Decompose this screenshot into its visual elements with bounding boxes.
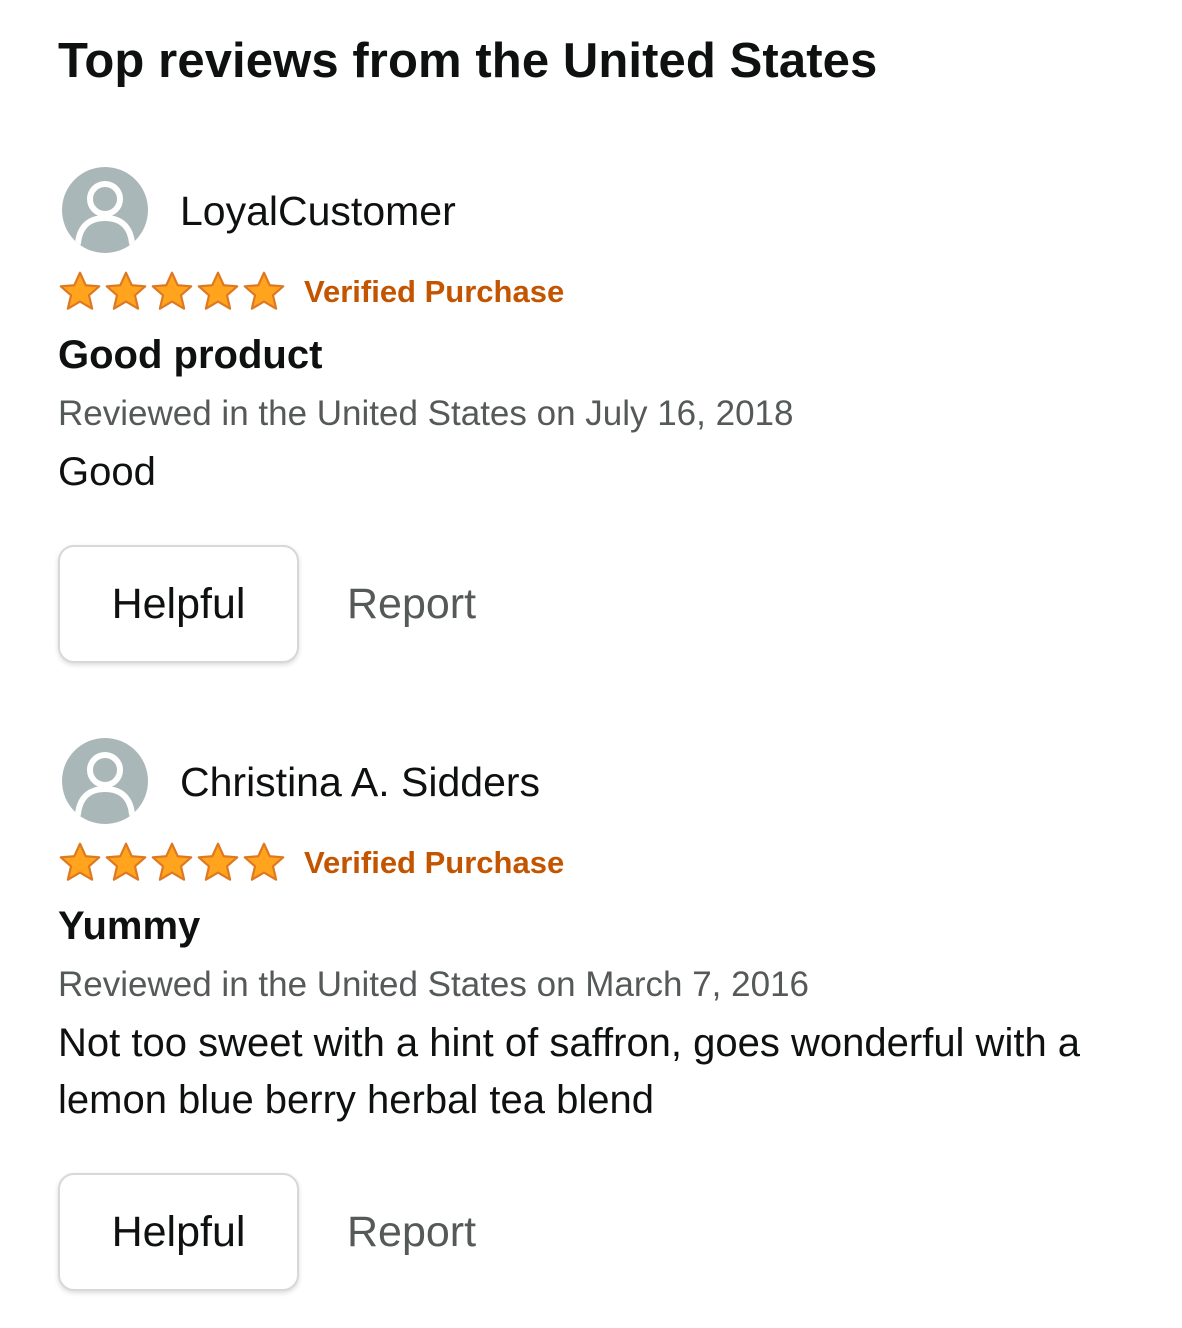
star-icon [243,842,285,881]
reviewer-name[interactable]: Christina A. Sidders [180,758,540,806]
reviewer-profile[interactable]: LoyalCustomer [58,167,1148,255]
review-title[interactable]: Good product [58,330,322,380]
star-icon [197,842,239,881]
review-card: LoyalCustomer Verified Purchase Good pro… [58,167,1148,663]
star-icon [243,271,285,310]
default-avatar-icon[interactable] [62,167,148,253]
verified-purchase-badge[interactable]: Verified Purchase [304,843,564,883]
report-link[interactable]: Report [347,580,476,629]
helpful-button[interactable]: Helpful [58,1173,299,1291]
rating-row: Verified Purchase [58,838,564,888]
star-icon [59,842,101,881]
rating-row: Verified Purchase [58,267,564,317]
review-title[interactable]: Yummy [58,901,200,951]
review-actions: Helpful Report [58,545,476,663]
star-rating[interactable] [58,268,290,316]
review-date: Reviewed in the United States on July 16… [58,394,794,433]
star-icon [105,842,147,881]
reviewer-profile[interactable]: Christina A. Sidders [58,738,1148,826]
review-date: Reviewed in the United States on March 7… [58,965,809,1004]
review-body: Good [58,450,156,494]
star-rating[interactable] [58,839,290,887]
review-card: Christina A. Sidders Verified Purchase Y… [58,738,1148,1291]
star-icon [151,271,193,310]
star-icon [151,842,193,881]
default-avatar-icon[interactable] [62,738,148,824]
star-icon [105,271,147,310]
star-icon [59,271,101,310]
helpful-button[interactable]: Helpful [58,545,299,663]
review-body: Not too sweet with a hint of saffron, go… [58,1021,1081,1122]
verified-purchase-badge[interactable]: Verified Purchase [304,272,564,312]
star-icon [197,271,239,310]
reviewer-name[interactable]: LoyalCustomer [180,187,456,235]
report-link[interactable]: Report [347,1208,476,1257]
review-actions: Helpful Report [58,1173,476,1291]
page-title: Top reviews from the United States [58,34,878,88]
